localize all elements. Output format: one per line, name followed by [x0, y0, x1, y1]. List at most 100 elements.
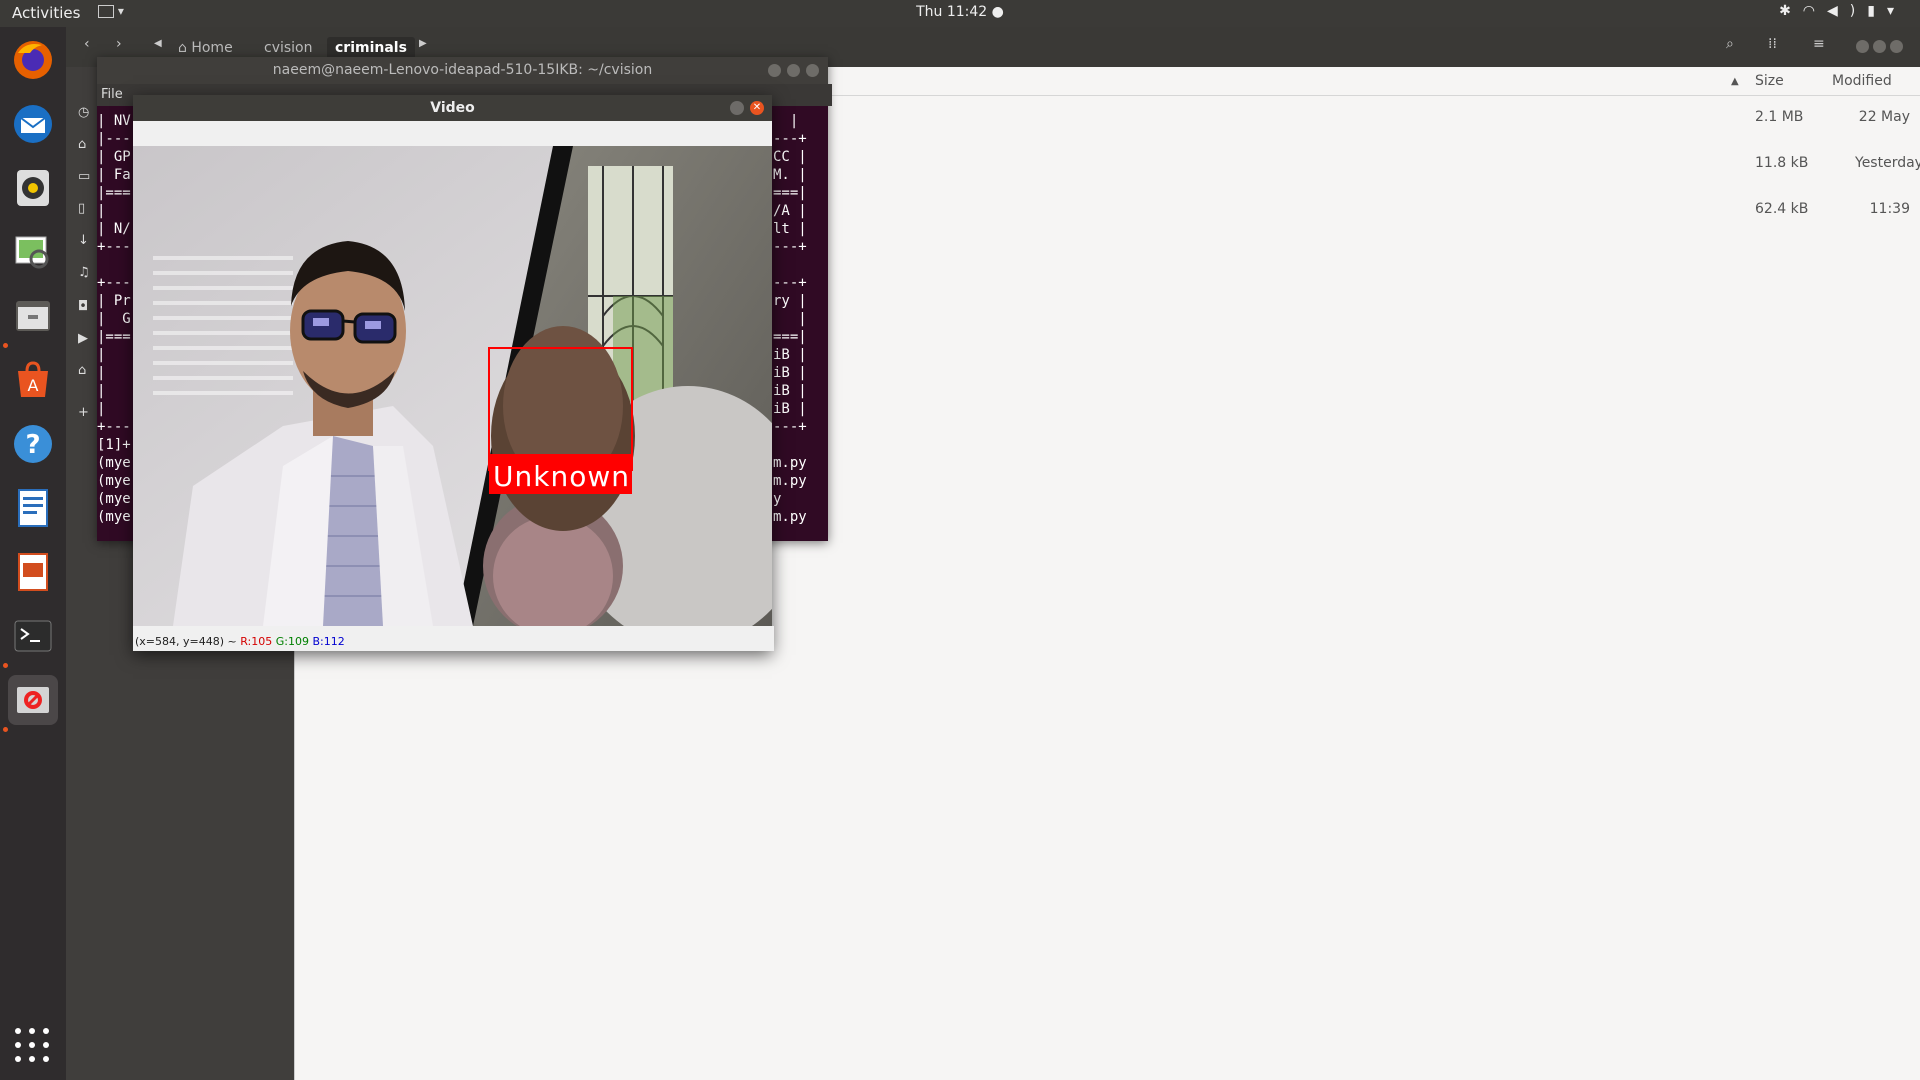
impress-icon[interactable] [8, 547, 58, 597]
terminal-line: | Pr [97, 293, 131, 309]
close-button[interactable] [1890, 40, 1903, 53]
thunderbird-icon[interactable] [8, 99, 58, 149]
terminal-line: | [97, 365, 131, 381]
download-icon[interactable]: ↓ [78, 233, 89, 248]
red-value: R:105 [240, 635, 273, 648]
file-modified: 11:39 [1869, 201, 1910, 217]
terminal-line-tail: ===| [773, 329, 807, 345]
battery-icon[interactable]: ▮ [1867, 3, 1887, 19]
file-menu[interactable]: File [101, 87, 123, 102]
help-icon[interactable]: ? [8, 419, 58, 469]
view-grid-icon[interactable]: ⁞⁞ [1768, 36, 1777, 52]
back-icon[interactable]: ‹ [84, 36, 90, 52]
camera-frame[interactable]: Unknown [133, 146, 772, 626]
recent-icon[interactable]: ◷ [78, 105, 89, 120]
sort-up-icon[interactable]: ▲ [1731, 76, 1739, 87]
trash-icon[interactable]: ⌂ [78, 363, 86, 378]
terminal-line: | NV [97, 113, 131, 129]
forward-icon[interactable]: › [116, 36, 122, 52]
face-label: Unknown [493, 460, 630, 493]
terminal-line: +--- [97, 419, 131, 435]
home-icon[interactable]: ⌂ [78, 137, 86, 152]
maximize-button[interactable] [1873, 40, 1886, 53]
pictures-icon[interactable]: ◘ [78, 299, 88, 314]
terminal-line: | N/ [97, 221, 131, 237]
terminal-line: |=== [97, 329, 131, 345]
size-column-header[interactable]: Size [1755, 73, 1784, 89]
terminal-line: | Fa [97, 167, 131, 183]
search-icon[interactable]: ⌕ [1726, 36, 1734, 52]
rhythmbox-icon[interactable] [8, 163, 58, 213]
firefox-icon[interactable] [8, 35, 58, 85]
volume-icon[interactable]: ◀) [1827, 3, 1867, 19]
terminal-line-tail: lt | [773, 221, 807, 237]
app-window-icon [98, 5, 114, 18]
terminal-line-tail: iB | [773, 383, 807, 399]
video-status-bar: (x=584, y=448) ~ R:105 G:109 B:112 [133, 626, 774, 651]
svg-text:?: ? [25, 430, 40, 460]
music-icon[interactable]: ♫ [78, 265, 90, 280]
clock[interactable]: Thu 11:42 [916, 4, 987, 20]
breadcrumb-criminals[interactable]: criminals [327, 37, 415, 59]
terminal-line: | [97, 347, 131, 363]
system-tray[interactable]: ✱◠◀)▮▾ [1779, 3, 1906, 19]
top-bar: Activities ▾ Thu 11:42 ● ✱◠◀)▮▾ [0, 0, 1920, 27]
software-center-icon[interactable]: A [8, 355, 58, 405]
terminal-line-tail: iB | [773, 365, 807, 381]
terminal-line-tail: ===| [773, 185, 807, 201]
green-value: G:109 [275, 635, 309, 648]
writer-icon[interactable] [8, 483, 58, 533]
terminal-line-tail: /A | [773, 203, 807, 219]
terminal-line: |--- [97, 131, 131, 147]
file-modified: 22 May [1858, 109, 1910, 125]
folder-icon[interactable]: ▭ [78, 169, 90, 184]
bluetooth-icon[interactable]: ✱ [1779, 3, 1803, 19]
camera-image: Unknown [133, 146, 772, 626]
show-applications-icon[interactable] [15, 1028, 51, 1064]
video-app-icon[interactable] [8, 675, 58, 725]
blue-value: B:112 [312, 635, 345, 648]
modified-column-header[interactable]: Modified [1832, 73, 1892, 89]
home-icon: ⌂ [178, 40, 187, 56]
terminal-line-tail: iB | [773, 347, 807, 363]
terminal-line: (mye [97, 491, 131, 507]
add-location-icon[interactable]: + [78, 405, 89, 420]
close-button[interactable]: ✕ [750, 101, 764, 115]
terminal-line-tail: m.py [773, 455, 807, 471]
terminal-line: (mye [97, 455, 131, 471]
path-right-arrow-icon[interactable]: ▶ [419, 38, 427, 49]
maximize-button[interactable] [787, 64, 800, 77]
terminal-line: |=== [97, 185, 131, 201]
video-title: Video [133, 95, 772, 121]
terminal-title: naeem@naeem-Lenovo-ideapad-510-15IKB: ~/… [97, 57, 828, 84]
notification-dot-icon: ● [991, 4, 1004, 20]
terminal-line: (mye [97, 473, 131, 489]
files-icon[interactable] [8, 291, 58, 341]
breadcrumb-home[interactable]: ⌂ Home [170, 37, 241, 59]
terminal-line-tail: iB | [773, 401, 807, 417]
minimize-button[interactable] [768, 64, 781, 77]
close-button[interactable] [806, 64, 819, 77]
hamburger-menu-icon[interactable]: ≡ [1813, 36, 1825, 52]
terminal-line-tail: ---+ [773, 419, 807, 435]
breadcrumb-cvision[interactable]: cvision [256, 37, 321, 59]
terminal-line-tail: m.py [773, 473, 807, 489]
image-viewer-icon[interactable] [8, 227, 58, 277]
video-window[interactable]: Video ✕ Unknown (x=584, y=448) ~ R:105 G… [133, 95, 774, 651]
activities-button[interactable]: Activities [12, 4, 80, 22]
path-left-arrow-icon[interactable]: ◀ [154, 38, 162, 49]
running-indicator [3, 343, 8, 348]
terminal-line-tail: CC | [773, 149, 807, 165]
system-menu-icon[interactable]: ▾ [1887, 3, 1906, 19]
app-menu[interactable]: ▾ [98, 4, 124, 18]
file-size: 2.1 MB [1755, 109, 1804, 125]
terminal-icon[interactable] [8, 611, 58, 661]
minimize-button[interactable] [1856, 40, 1869, 53]
videos-icon[interactable]: ▶ [78, 331, 88, 346]
terminal-line-tail: y [773, 491, 782, 507]
file-size: 11.8 kB [1755, 155, 1809, 171]
document-icon[interactable]: ▯ [78, 201, 85, 216]
wifi-icon[interactable]: ◠ [1803, 3, 1827, 19]
minimize-button[interactable] [730, 101, 744, 115]
file-size: 62.4 kB [1755, 201, 1809, 217]
